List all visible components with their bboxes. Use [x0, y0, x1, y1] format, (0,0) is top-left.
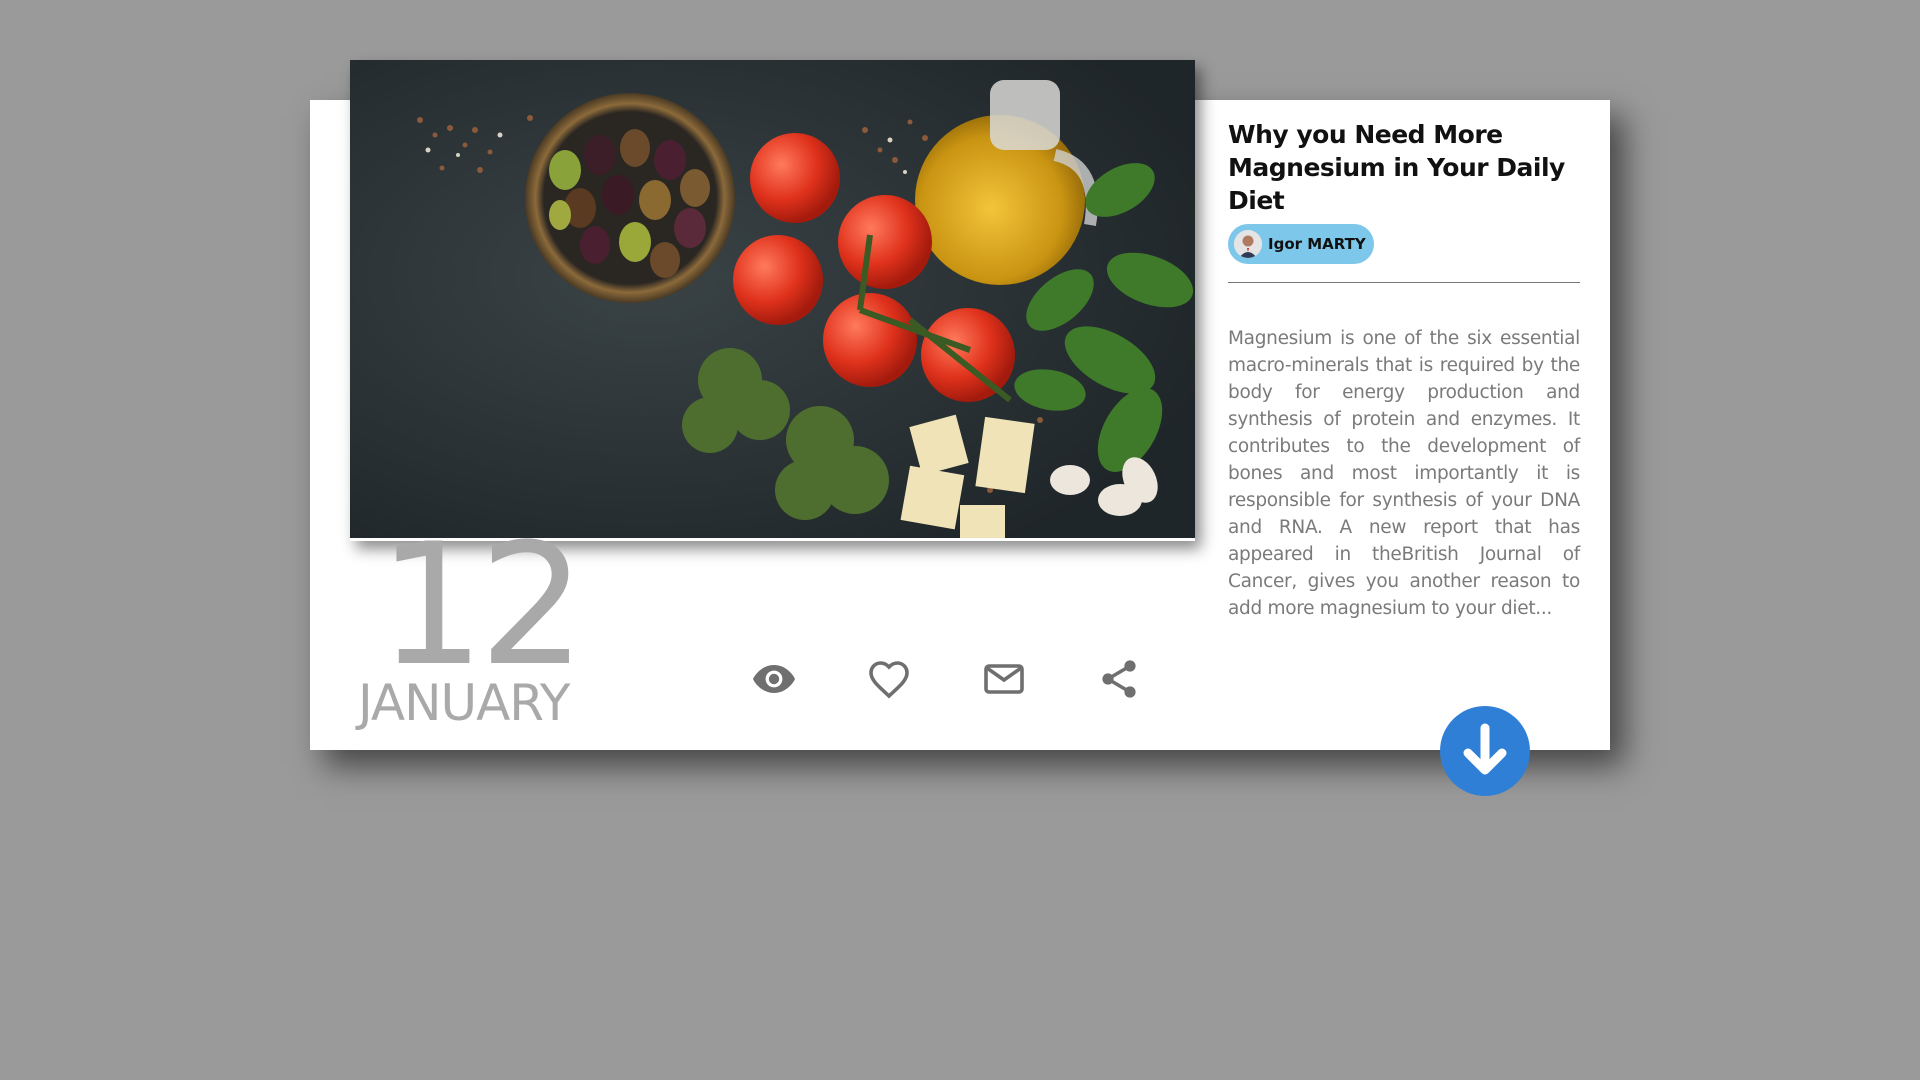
post-actions	[750, 655, 1160, 705]
post-excerpt: Magnesium is one of the six essential ma…	[1228, 328, 1580, 619]
post-title[interactable]: Why you Need More Magnesium in Your Dail…	[1228, 118, 1580, 217]
heart-icon	[869, 661, 909, 699]
author-name: Igor MARTY	[1268, 235, 1366, 253]
divider	[1228, 282, 1580, 283]
person-icon	[1234, 230, 1262, 258]
eye-icon	[753, 665, 795, 693]
share-button[interactable]	[1095, 655, 1143, 703]
share-icon	[1102, 660, 1136, 698]
mail-icon	[984, 664, 1024, 694]
arrow-down-icon	[1463, 723, 1507, 775]
email-button[interactable]	[980, 655, 1028, 703]
post-date-day: 12	[378, 507, 586, 703]
post-details: Why you Need More Magnesium in Your Dail…	[1228, 118, 1580, 622]
author-badge[interactable]: Igor MARTY	[1228, 224, 1374, 264]
post-image	[350, 60, 1195, 541]
read-more-button[interactable]	[1440, 706, 1530, 796]
avatar	[1234, 230, 1262, 258]
post-date-month: JANUARY	[358, 674, 570, 732]
views-button[interactable]	[750, 655, 798, 703]
like-button[interactable]	[865, 655, 913, 703]
